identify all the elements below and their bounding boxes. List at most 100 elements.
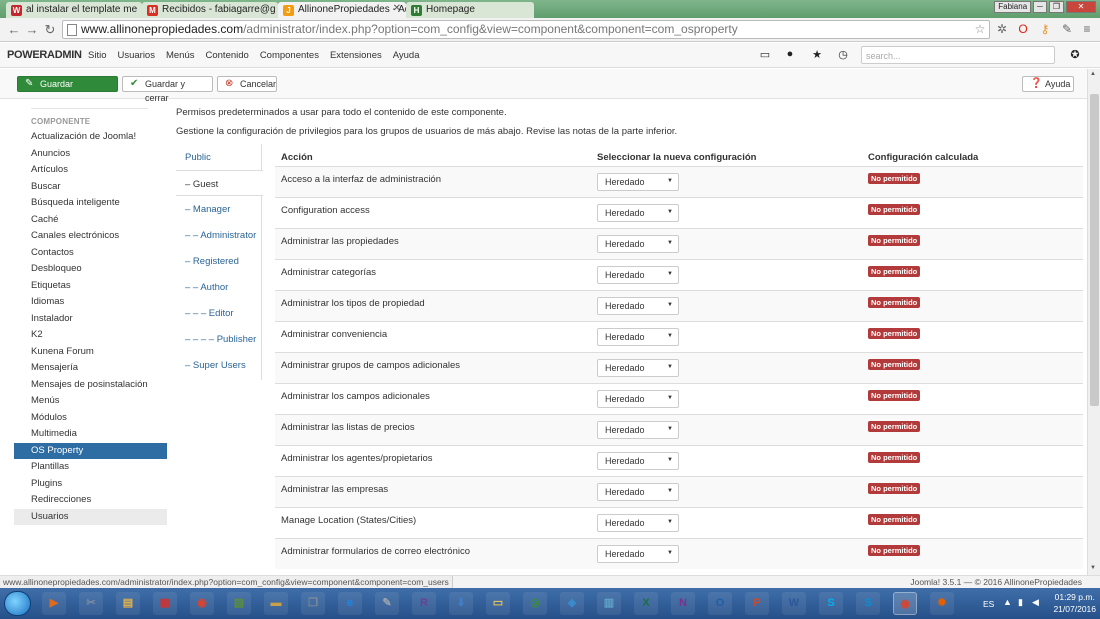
group-tab[interactable]: – Manager [176, 196, 262, 222]
permission-select[interactable]: Heredado ▼ [597, 483, 679, 501]
menu-item-menus[interactable]: Menús [166, 50, 195, 61]
opera-icon[interactable]: O [1016, 22, 1030, 36]
map-icon[interactable]: ▥ [597, 592, 621, 615]
search-input[interactable]: search... [861, 46, 1055, 64]
sidebar-item[interactable]: Módulos [14, 410, 167, 427]
menu-item-sitio[interactable]: Sitio [88, 50, 106, 61]
winrar-icon[interactable]: R [412, 592, 436, 615]
clock[interactable]: 01:29 p.m. 21/07/2016 [1053, 591, 1096, 615]
excel-icon[interactable]: X [634, 592, 658, 615]
star-icon[interactable]: ☆ [973, 22, 987, 36]
skype-icon[interactable]: S [819, 592, 843, 615]
permission-select[interactable]: Heredado ▼ [597, 421, 679, 439]
folder-icon[interactable]: ▭ [486, 592, 510, 615]
permission-select[interactable]: Heredado ▼ [597, 514, 679, 532]
sidebar-item[interactable]: Plugins [14, 476, 167, 493]
media-player-icon[interactable]: ▶ [42, 592, 66, 615]
joomla-logo-icon[interactable]: ✪ [1068, 48, 1082, 61]
sidebar-item[interactable]: Multimedia [14, 426, 167, 443]
monitor-icon[interactable]: ▭ [758, 48, 772, 61]
sidebar-item[interactable]: Plantillas [14, 459, 167, 476]
help-button[interactable]: ❓ Ayuda [1022, 76, 1074, 92]
eye-icon[interactable]: ◎ [523, 592, 547, 615]
cancel-button[interactable]: ⊗ Cancelar [217, 76, 277, 92]
group-tab[interactable]: Public [176, 144, 262, 170]
permission-select[interactable]: Heredado ▼ [597, 297, 679, 315]
volume-icon[interactable]: ◀ [1032, 597, 1039, 608]
forward-icon[interactable]: → [24, 22, 40, 37]
permission-select[interactable]: Heredado ▼ [597, 328, 679, 346]
user-icon[interactable]: ● [783, 48, 797, 60]
browser-tab-2[interactable]: M Recibidos - fabiagarre@g [142, 2, 278, 18]
sidebar-item[interactable]: Menús [14, 393, 167, 410]
close-tab-icon[interactable]: ✕ [393, 3, 401, 14]
outlook-icon[interactable]: O [708, 592, 732, 615]
skype2-icon[interactable]: S [856, 592, 880, 615]
onenote-icon[interactable]: N [671, 592, 695, 615]
menu-item-contenido[interactable]: Contenido [206, 50, 249, 61]
group-tab[interactable]: – – – Editor [176, 300, 262, 326]
permission-select[interactable]: Heredado ▼ [597, 452, 679, 470]
tray-arrow-icon[interactable]: ▲ [1003, 597, 1012, 607]
maximize-icon[interactable]: ❐ [1048, 1, 1064, 13]
sidebar-item[interactable]: K2 [14, 327, 167, 344]
powerpoint-icon[interactable]: P [745, 592, 769, 615]
package-icon[interactable]: ▬ [264, 592, 288, 615]
notepad-icon[interactable]: ✎ [375, 592, 399, 615]
sidebar-item[interactable]: Caché [14, 212, 167, 229]
menu-item-ayuda[interactable]: Ayuda [393, 50, 420, 61]
scroll-down-icon[interactable]: ▼ [1090, 565, 1096, 571]
sidebar-item[interactable]: Mensajería [14, 360, 167, 377]
star-icon[interactable]: ★ [810, 48, 824, 61]
group-tab[interactable]: – Super Users [176, 352, 262, 378]
network-icon[interactable]: ◈ [560, 592, 584, 615]
sidebar-item[interactable]: Desbloqueo [14, 261, 167, 278]
explorer-icon[interactable]: ▤ [116, 592, 140, 615]
permission-select[interactable]: Heredado ▼ [597, 235, 679, 253]
sidebar-item[interactable]: Kunena Forum [14, 344, 167, 361]
installer-icon[interactable]: ⬇ [449, 592, 473, 615]
group-tab[interactable]: – Registered [176, 248, 262, 274]
permission-select[interactable]: Heredado ▼ [597, 266, 679, 284]
ie-icon[interactable]: e [338, 592, 362, 615]
menu-item-usuarios[interactable]: Usuarios [117, 50, 155, 61]
chrome-icon[interactable]: ◉ [190, 592, 214, 615]
sidebar-item[interactable]: Actualización de Joomla! [14, 129, 167, 146]
group-tab[interactable]: – Guest [176, 170, 263, 196]
sidebar-item[interactable]: Redirecciones [14, 492, 167, 509]
brand-logo[interactable]: POWERADMIN [7, 49, 82, 61]
key-icon[interactable]: ⚷ [1038, 22, 1052, 36]
extension-icon[interactable]: ✲ [995, 22, 1009, 36]
network-tray-icon[interactable]: ▮ [1018, 597, 1023, 608]
menu-item-extensiones[interactable]: Extensiones [330, 50, 382, 61]
pen-icon[interactable]: ✎ [1060, 22, 1074, 36]
permission-select[interactable]: Heredado ▼ [597, 359, 679, 377]
minimize-icon[interactable]: ─ [1033, 1, 1047, 13]
sidebar-item[interactable]: OS Property [14, 442, 167, 459]
address-bar[interactable]: www.allinonepropiedades.com/administrato… [62, 20, 990, 39]
sidebar-item[interactable]: Buscar [14, 179, 167, 196]
close-window-icon[interactable]: ✕ [1066, 1, 1096, 13]
sidebar-item[interactable]: Canales electrónicos [14, 228, 167, 245]
scroll-thumb[interactable] [1090, 94, 1099, 406]
permission-select[interactable]: Heredado ▼ [597, 545, 679, 563]
sidebar-item[interactable]: Búsqueda inteligente [14, 195, 167, 212]
page-scrollbar[interactable]: ▲ ▼ [1087, 69, 1100, 575]
sidebar-item[interactable]: Artículos [14, 162, 167, 179]
word-icon[interactable]: W [782, 592, 806, 615]
scroll-up-icon[interactable]: ▲ [1090, 71, 1096, 77]
clock-icon[interactable]: ◷ [836, 48, 850, 61]
group-tab[interactable]: – – Author [176, 274, 262, 300]
group-tab[interactable]: – – Administrator [176, 222, 262, 248]
start-button[interactable] [4, 591, 31, 616]
sidebar-item[interactable]: Mensajes de posinstalación [14, 377, 167, 394]
tools-icon[interactable]: ✂ [79, 592, 103, 615]
sidebar-item[interactable]: Contactos [14, 245, 167, 262]
permission-select[interactable]: Heredado ▼ [597, 173, 679, 191]
pad-icon[interactable]: ▧ [227, 592, 251, 615]
language-indicator[interactable]: ES [983, 599, 994, 609]
grid-app-icon[interactable]: ▦ [153, 592, 177, 615]
chrome-open-icon[interactable]: ◉ [893, 592, 917, 615]
permission-select[interactable]: Heredado ▼ [597, 390, 679, 408]
sidebar-item[interactable]: Instalador [14, 311, 167, 328]
